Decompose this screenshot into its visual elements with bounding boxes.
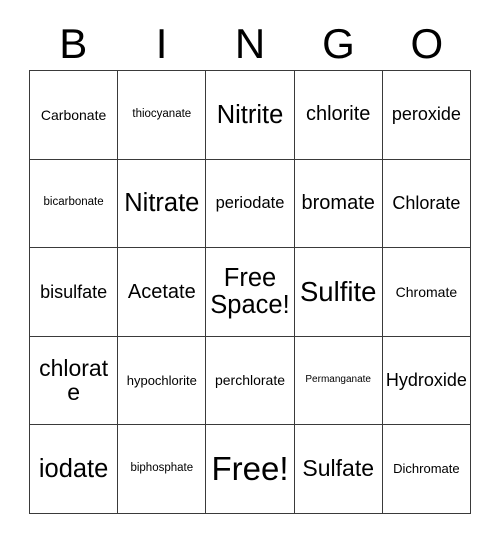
bingo-cell-label: Free! (211, 450, 289, 488)
header-letter-i: I (155, 20, 168, 67)
header-letter-g: G (322, 20, 355, 67)
bingo-cell-label: bromate (301, 191, 375, 214)
bingo-cell-r4c5[interactable]: Hydroxide (382, 336, 471, 426)
header-letter-o: O (410, 20, 444, 67)
bingo-cell-r5c1[interactable]: iodate (30, 425, 119, 514)
bingo-cell-free-space[interactable]: Free Space! (206, 248, 295, 337)
bingo-cell-label: Acetate (127, 280, 196, 303)
bingo-cell-r3c1[interactable]: bisulfate (30, 248, 119, 337)
bingo-cell-label: Nitrite (216, 100, 284, 129)
bingo-cell-r5c4[interactable]: Sulfate (294, 425, 383, 514)
bingo-cell-r4c1[interactable]: chlorate (30, 336, 119, 426)
bingo-cell-label: chlorate (39, 354, 109, 405)
bingo-header-row: B I N G O (29, 18, 471, 70)
bingo-cell-r1c4[interactable]: chlorite (294, 71, 383, 160)
bingo-cell-label: Chromate (395, 283, 458, 300)
bingo-cell-r4c2[interactable]: hypochlorite (118, 336, 207, 426)
header-letter-b: B (59, 20, 88, 67)
bingo-grid: Carbonate thiocyanate Nitrite chlorite p… (29, 70, 471, 514)
bingo-cell-r2c5[interactable]: Chlorate (382, 159, 471, 249)
bingo-cell-label: Carbonate (40, 106, 107, 123)
bingo-cell-r4c4[interactable]: Permanganate (294, 336, 383, 426)
bingo-cell-r1c2[interactable]: thiocyanate (118, 71, 207, 160)
bingo-cell-r2c2[interactable]: Nitrate (118, 159, 207, 249)
bingo-card: B I N G O Carbonate thiocyanate Nitrite … (0, 0, 500, 544)
bingo-cell-label: Chlorate (392, 193, 461, 214)
bingo-cell-r5c2[interactable]: biphosphate (118, 425, 207, 514)
bingo-cell-r2c3[interactable]: periodate (206, 159, 295, 249)
bingo-cell-label: Permanganate (305, 374, 371, 386)
bingo-cell-label: periodate (215, 193, 285, 212)
bingo-cell-r3c5[interactable]: Chromate (382, 248, 471, 337)
bingo-cell-label: chlorite (305, 103, 371, 126)
bingo-cell-label: biphosphate (130, 462, 194, 475)
bingo-cell-label: Sulfate (302, 455, 374, 482)
bingo-cell-r5c5[interactable]: Dichromate (382, 425, 471, 514)
bingo-cell-r1c1[interactable]: Carbonate (30, 71, 119, 160)
bingo-cell-label: peroxide (391, 104, 461, 125)
bingo-cell-r1c5[interactable]: peroxide (382, 71, 471, 160)
bingo-cell-label: bicarbonate (43, 196, 104, 209)
bingo-cell-r1c3[interactable]: Nitrite (206, 71, 295, 160)
bingo-cell-r3c4[interactable]: Sulfite (294, 248, 383, 337)
bingo-cell-label: perchlorate (214, 372, 286, 389)
bingo-cell-label: Dichromate (393, 461, 460, 477)
bingo-cell-label: iodate (38, 454, 109, 483)
bingo-cell-label: Sulfite (299, 275, 377, 307)
bingo-cell-label: thiocyanate (132, 107, 192, 120)
bingo-cell-r2c4[interactable]: bromate (294, 159, 383, 249)
bingo-cell-r3c2[interactable]: Acetate (118, 248, 207, 337)
bingo-cell-label: Nitrate (124, 189, 200, 218)
bingo-cell-r2c1[interactable]: bicarbonate (30, 159, 119, 249)
bingo-cell-label: Free Space! (210, 264, 290, 319)
header-letter-n: N (234, 20, 266, 67)
bingo-cell-label: bisulfate (40, 281, 108, 302)
bingo-cell-free[interactable]: Free! (206, 425, 295, 514)
bingo-cell-label: hypochlorite (126, 372, 197, 388)
bingo-cell-label: Hydroxide (385, 370, 467, 391)
bingo-cell-r4c3[interactable]: perchlorate (206, 336, 295, 426)
